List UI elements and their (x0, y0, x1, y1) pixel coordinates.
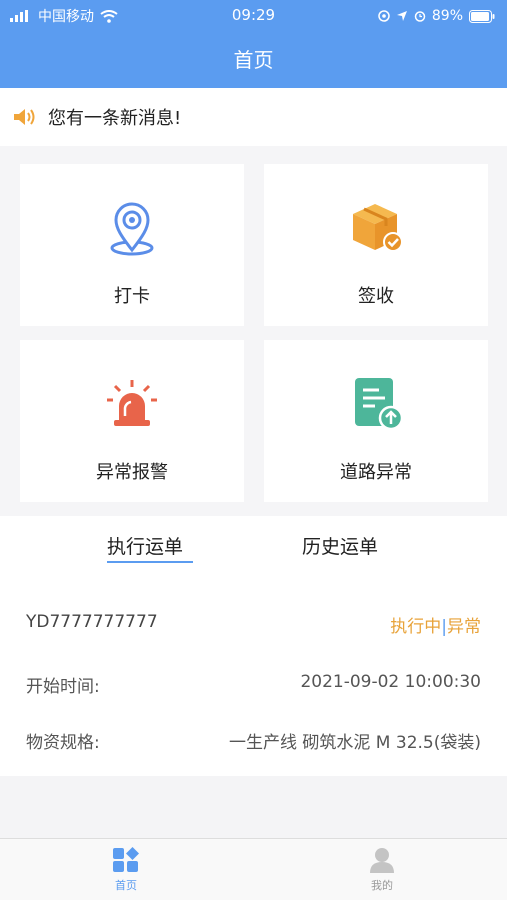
checkin-label: 打卡 (114, 286, 150, 307)
action-grid: 打卡 签收 异常报警 道路异常 (0, 146, 507, 516)
start-time-row: 开始时间: 2021-09-02 10:00:30 (26, 672, 481, 697)
page-title: 首页 (233, 48, 274, 72)
alarm-card[interactable]: 异常报警 (20, 340, 244, 502)
order-card[interactable]: YD7777777777 执行中|异常 开始时间: 2021-09-02 10:… (0, 580, 507, 776)
notice-text: 您有一条新消息! (48, 108, 182, 129)
order-header-row: YD7777777777 执行中|异常 (26, 612, 481, 637)
tabbar-home-label: 首页 (115, 879, 137, 892)
road-issue-card[interactable]: 道路异常 (264, 340, 488, 502)
order-number: YD7777777777 (26, 612, 158, 632)
spec-row: 物资规格: 一生产线 砌筑水泥 M 32.5(袋装) (26, 728, 481, 753)
status-bar: 中国移动 09:29 89% (0, 0, 507, 32)
status-time: 09:29 (231, 6, 276, 24)
sign-receipt-label: 签收 (358, 286, 394, 307)
user-icon (370, 848, 394, 873)
spec-label: 物资规格: (26, 733, 100, 753)
order-tabs: 执行运单 历史运单 (0, 516, 507, 580)
package-check-icon (353, 204, 403, 252)
alarm-light-icon (107, 380, 157, 426)
start-time-value: 2021-09-02 10:00:30 (300, 672, 481, 692)
tabbar-home[interactable]: 首页 (96, 847, 156, 893)
app-header: 中国移动 09:29 89% 首页 (0, 0, 507, 88)
alarm-label: 异常报警 (96, 462, 168, 483)
spec-value: 一生产线 砌筑水泥 M 32.5(袋装) (229, 733, 481, 753)
tab-indicator (107, 561, 193, 563)
tab-history-orders[interactable]: 历史运单 (302, 532, 378, 559)
speaker-icon (14, 109, 35, 125)
status-running: 执行中 (390, 617, 442, 637)
tab-active-orders[interactable]: 执行运单 (107, 532, 183, 559)
bottom-tabbar: 首页 我的 (0, 838, 507, 900)
checkin-card[interactable]: 打卡 (20, 164, 244, 326)
road-issue-label: 道路异常 (340, 462, 412, 483)
location-pin-icon (110, 202, 154, 256)
home-grid-icon (113, 847, 139, 872)
sign-receipt-card[interactable]: 签收 (264, 164, 488, 326)
order-status: 执行中|异常 (390, 612, 481, 637)
status-abnormal: 异常 (447, 617, 481, 637)
notice-bar[interactable]: 您有一条新消息! (0, 88, 507, 146)
tabbar-mine[interactable]: 我的 (352, 847, 412, 893)
document-upload-icon (355, 378, 404, 431)
start-time-label: 开始时间: (26, 677, 100, 697)
tabbar-mine-label: 我的 (371, 879, 393, 892)
